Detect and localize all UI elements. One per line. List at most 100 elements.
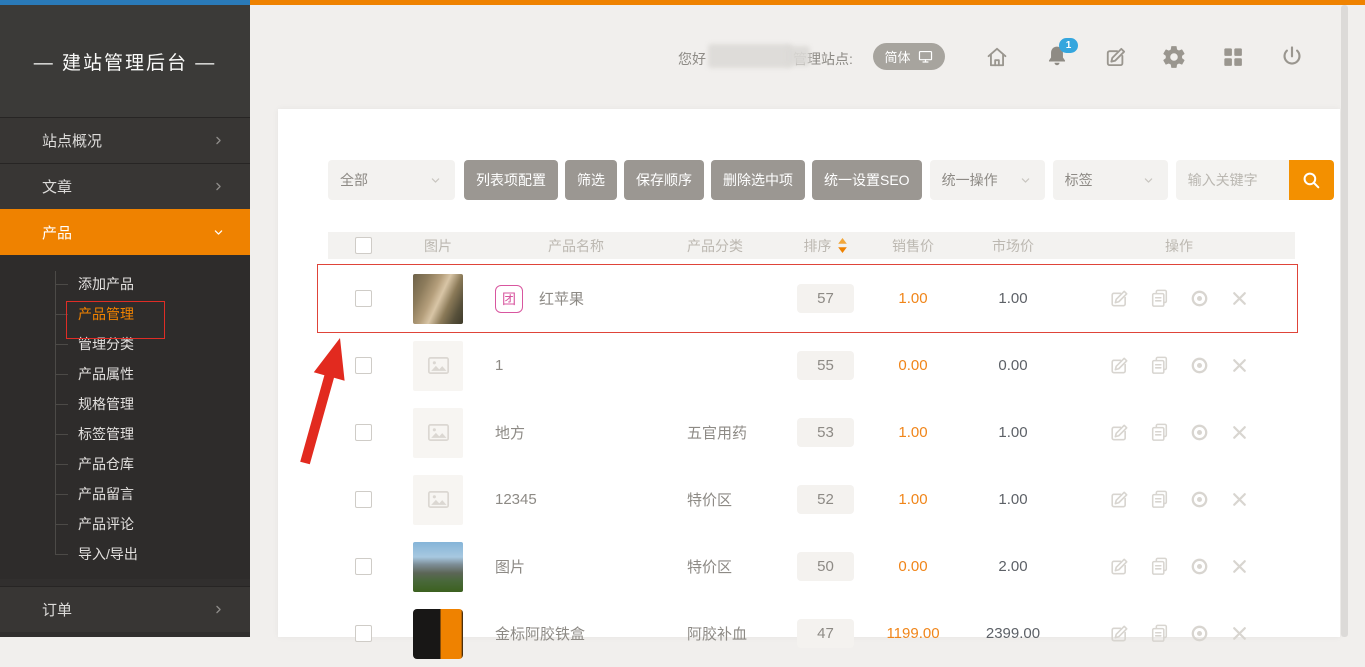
filter-button[interactable]: 筛选 [565,160,617,200]
table-row: 1 55 0.00 0.00 [328,332,1295,399]
image-icon [425,352,452,379]
edit-button[interactable] [1108,555,1131,578]
product-image-placeholder[interactable] [413,408,463,458]
row-checkbox[interactable] [355,625,372,642]
product-image-placeholder[interactable] [413,341,463,391]
submenu-item-tag-management[interactable]: 标签管理 [0,419,250,449]
table-row: 金标阿胶铁盒 阿胶补血 47 1199.00 2399.00 [328,600,1295,667]
sidebar-item-products[interactable]: 产品 [0,209,250,255]
delete-button[interactable] [1228,488,1251,511]
submenu-label: 产品属性 [78,364,134,384]
save-order-button[interactable]: 保存顺序 [624,160,704,200]
product-name[interactable]: 金标阿胶铁盒 [495,623,585,644]
delete-selected-button[interactable]: 删除选中项 [711,160,805,200]
edit-button[interactable] [1108,354,1131,377]
view-button[interactable] [1188,354,1211,377]
sidebar-item-label: 产品 [42,222,72,243]
product-name[interactable]: 红苹果 [539,288,584,309]
view-button[interactable] [1188,622,1211,645]
submenu-item-product-warehouse[interactable]: 产品仓库 [0,449,250,479]
gear-icon [1161,44,1187,70]
submenu-item-spec-management[interactable]: 规格管理 [0,389,250,419]
sort-arrows-icon[interactable] [837,237,848,254]
sort-value[interactable]: 57 [797,284,854,313]
copy-button[interactable] [1148,287,1171,310]
copy-icon [1148,555,1171,578]
edit-site-button[interactable] [1103,44,1129,70]
view-button[interactable] [1188,555,1211,578]
copy-button[interactable] [1148,555,1171,578]
view-button[interactable] [1188,488,1211,511]
product-image[interactable] [413,274,463,324]
submenu-item-add-product[interactable]: 添加产品 [0,269,250,299]
list-config-button[interactable]: 列表项配置 [464,160,558,200]
product-name[interactable]: 地方 [495,422,525,443]
row-checkbox[interactable] [355,357,372,374]
row-checkbox[interactable] [355,491,372,508]
row-checkbox[interactable] [355,424,372,441]
copy-button[interactable] [1148,421,1171,444]
view-icon [1188,421,1211,444]
home-button[interactable] [984,44,1010,70]
sidebar-item-site-overview[interactable]: 站点概况 [0,117,250,163]
select-all-checkbox[interactable] [355,237,372,254]
search-input[interactable] [1176,160,1289,200]
market-price: 1.00 [963,491,1063,508]
product-image[interactable] [413,609,463,659]
sale-price: 1199.00 [863,625,963,642]
sort-value[interactable]: 47 [797,619,854,648]
row-checkbox[interactable] [355,558,372,575]
sort-value[interactable]: 53 [797,418,854,447]
submenu-item-product-management[interactable]: 产品管理 [0,299,250,329]
sort-value[interactable]: 55 [797,351,854,380]
submenu-item-import-export[interactable]: 导入/导出 [0,539,250,569]
language-switch-button[interactable]: 简体 [873,43,945,70]
submenu-item-manage-categories[interactable]: 管理分类 [0,329,250,359]
edit-button[interactable] [1108,622,1131,645]
edit-button[interactable] [1108,488,1131,511]
product-image-placeholder[interactable] [413,475,463,525]
product-name[interactable]: 12345 [495,491,537,508]
seo-settings-button[interactable]: 统一设置SEO [812,160,922,200]
tag-dropdown[interactable]: 标签 [1053,160,1168,200]
sidebar-item-articles[interactable]: 文章 [0,163,250,209]
batch-operation-dropdown[interactable]: 统一操作 [930,160,1045,200]
product-category: 特价区 [678,556,788,577]
copy-button[interactable] [1148,354,1171,377]
submenu-item-product-attributes[interactable]: 产品属性 [0,359,250,389]
scrollbar[interactable] [1341,5,1348,637]
sale-price: 1.00 [863,424,963,441]
view-button[interactable] [1188,421,1211,444]
delete-button[interactable] [1228,287,1251,310]
edit-button[interactable] [1108,287,1131,310]
edit-button[interactable] [1108,421,1131,444]
logout-button[interactable] [1279,44,1305,70]
submenu-item-product-messages[interactable]: 产品留言 [0,479,250,509]
sidebar-item-orders[interactable]: 订单 [0,586,250,632]
submenu-label: 管理分类 [78,334,134,354]
notifications-button[interactable]: 1 [1044,44,1070,70]
delete-button[interactable] [1228,421,1251,444]
product-name[interactable]: 图片 [495,556,525,577]
product-image[interactable] [413,542,463,592]
submenu-item-product-reviews[interactable]: 产品评论 [0,509,250,539]
header-actions: 操作 [1063,236,1295,256]
copy-button[interactable] [1148,488,1171,511]
header-sort[interactable]: 排序 [788,236,863,256]
settings-button[interactable] [1161,44,1187,70]
delete-button[interactable] [1228,555,1251,578]
copy-button[interactable] [1148,622,1171,645]
search-button[interactable] [1289,160,1334,200]
delete-button[interactable] [1228,354,1251,377]
sort-value[interactable]: 50 [797,552,854,581]
delete-icon [1228,287,1251,310]
chevron-down-icon [1018,173,1033,188]
category-filter-dropdown[interactable]: 全部 [328,160,455,200]
row-checkbox[interactable] [355,290,372,307]
delete-button[interactable] [1228,622,1251,645]
image-icon [425,486,452,513]
product-name[interactable]: 1 [495,357,503,374]
view-button[interactable] [1188,287,1211,310]
apps-button[interactable] [1220,44,1246,70]
sort-value[interactable]: 52 [797,485,854,514]
